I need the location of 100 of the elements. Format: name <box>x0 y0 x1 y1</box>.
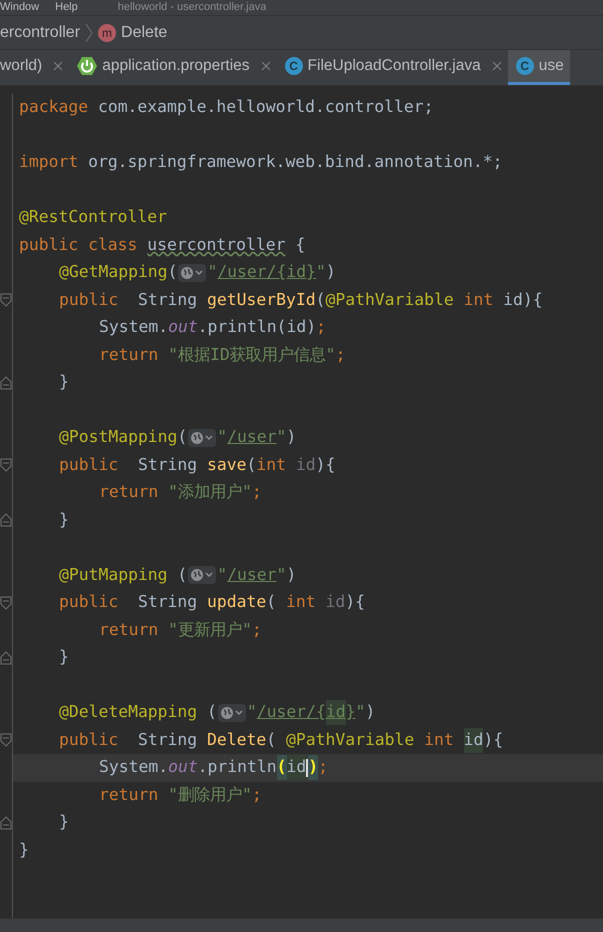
keyword: ; <box>252 481 262 504</box>
window-title: helloworld - usercontroller.java <box>118 0 266 15</box>
keyword: int <box>286 591 317 614</box>
code-text: ( <box>168 261 178 284</box>
close-icon[interactable] <box>492 61 502 71</box>
url-link: /user/{ <box>256 701 326 724</box>
menu-item[interactable]: Help <box>55 0 78 15</box>
string-literal: " <box>217 426 228 448</box>
keyword: return <box>99 481 160 504</box>
code-text: } <box>59 508 69 531</box>
code-text: org.springframework.web.bind.annotation.*; <box>88 151 503 174</box>
code-text: ( <box>316 288 326 311</box>
keyword: import <box>19 151 80 174</box>
code-text: String <box>138 591 198 614</box>
string-literal: " <box>355 701 366 724</box>
parameter-name: id <box>296 454 316 476</box>
fold-icon[interactable] <box>0 650 12 665</box>
annotation: @PathVariable <box>325 288 455 311</box>
tab-label: FileUploadController.java <box>308 56 481 76</box>
method-name: getUserById <box>207 288 316 311</box>
fold-icon[interactable] <box>0 458 12 472</box>
close-icon[interactable] <box>260 61 271 71</box>
class-icon: C <box>284 57 303 75</box>
code-text: ( <box>207 701 217 724</box>
keyword: int <box>256 454 287 476</box>
keyword: ; <box>252 784 262 806</box>
editor-tab[interactable]: application.properties <box>69 50 277 85</box>
fold-icon[interactable] <box>0 376 12 390</box>
text-cursor <box>306 758 308 777</box>
keyword: ; <box>336 344 346 366</box>
class-icon: C <box>516 57 534 75</box>
string-literal: " <box>316 261 326 284</box>
code-text: id){ <box>503 288 543 311</box>
url-link: /user <box>227 564 277 586</box>
code-text: .println <box>198 756 277 778</box>
string-literal: "更新用户" <box>168 618 252 641</box>
code-text: } <box>59 811 69 834</box>
tab-label: application.properties <box>102 56 250 76</box>
method-name: save <box>207 454 247 476</box>
string-literal: " <box>276 564 286 586</box>
breadcrumb-item[interactable]: ercontroller <box>0 20 80 44</box>
fold-icon[interactable] <box>0 513 12 528</box>
matched-parenthesis: ( <box>276 755 287 780</box>
keyword: public <box>59 591 120 614</box>
code-text: ) <box>326 261 336 284</box>
keyword: ; <box>316 316 326 338</box>
code-text: } <box>59 646 69 668</box>
code-text: ) <box>365 701 376 724</box>
annotation: @PostMapping <box>59 426 178 448</box>
keyword: public <box>59 288 120 311</box>
fold-icon[interactable] <box>0 816 12 830</box>
keyword: public <box>59 728 120 751</box>
globe-dropdown-icon[interactable] <box>218 704 246 722</box>
fold-icon[interactable] <box>0 596 12 610</box>
keyword: return <box>99 618 160 641</box>
keyword: int <box>464 288 494 311</box>
parameter-name: id <box>325 591 346 614</box>
code-text: ){ <box>483 728 504 751</box>
url-link: id <box>326 700 346 726</box>
code-text: { <box>294 234 306 256</box>
method-name: Delete <box>207 728 266 751</box>
string-literal: " <box>207 261 218 284</box>
method-name: update <box>207 591 266 614</box>
keyword: int <box>424 728 455 751</box>
keyword: package <box>19 96 90 118</box>
tab-label: world) <box>0 56 42 76</box>
url-link: /user/{id} <box>217 261 316 284</box>
globe-dropdown-icon[interactable] <box>178 264 206 282</box>
string-literal: " <box>276 426 286 448</box>
url-link: } <box>346 701 356 724</box>
code-text: ){ <box>316 454 336 476</box>
field-name: out <box>168 756 198 778</box>
globe-dropdown-icon[interactable] <box>188 566 216 584</box>
menu-item[interactable]: Window <box>0 0 40 15</box>
annotation: @PathVariable <box>286 728 416 751</box>
editor-tab[interactable]: C use <box>508 50 570 85</box>
string-literal: " <box>217 564 228 586</box>
method-icon: m <box>98 24 116 42</box>
code-text: String <box>138 728 198 751</box>
close-icon[interactable] <box>53 61 64 71</box>
fold-icon[interactable] <box>0 293 12 308</box>
globe-dropdown-icon[interactable] <box>188 428 216 447</box>
chevron-icon <box>84 22 94 44</box>
keyword: return <box>99 784 160 806</box>
editor-tab[interactable]: world) <box>0 50 70 85</box>
breadcrumb-item[interactable]: Delete <box>121 20 168 44</box>
annotation: @GetMapping <box>59 261 168 284</box>
code-text: String <box>138 288 198 311</box>
code-text: ( <box>266 728 278 751</box>
code-text: com.example.helloworld.controller; <box>98 96 434 118</box>
fold-icon[interactable] <box>0 733 12 748</box>
keyword: return <box>99 344 160 366</box>
url-link: /user <box>227 426 277 448</box>
tab-label: use <box>538 56 564 76</box>
code-text: ( <box>266 591 278 614</box>
editor-tab[interactable]: C FileUploadController.java <box>276 50 508 85</box>
keyword: public <box>59 454 120 476</box>
annotation: @DeleteMapping <box>59 701 198 724</box>
string-literal: "根据ID获取用户信息" <box>168 344 336 366</box>
code-text: String <box>138 454 198 476</box>
